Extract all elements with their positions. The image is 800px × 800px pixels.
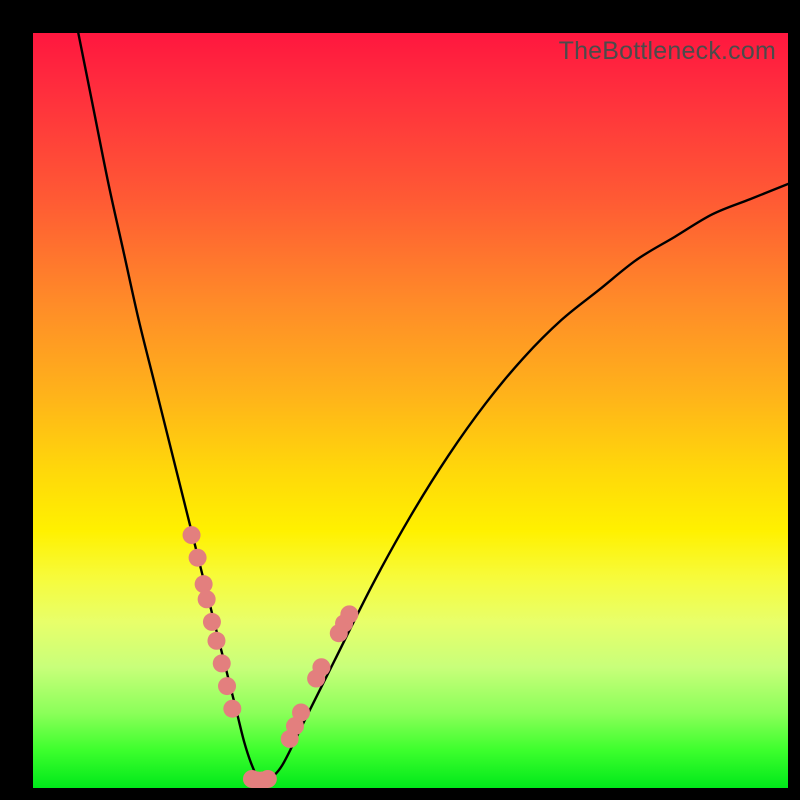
marker-point — [259, 770, 277, 788]
chart-frame: TheBottleneck.com — [0, 0, 800, 800]
marker-point — [203, 613, 221, 631]
marker-point — [292, 704, 310, 722]
chart-overlay — [33, 33, 788, 788]
markers-group — [183, 526, 359, 788]
marker-point — [207, 632, 225, 650]
marker-point — [195, 575, 213, 593]
marker-point — [218, 677, 236, 695]
marker-point — [183, 526, 201, 544]
marker-point — [223, 700, 241, 718]
marker-point — [340, 605, 358, 623]
plot-area: TheBottleneck.com — [33, 33, 788, 788]
marker-point — [198, 590, 216, 608]
marker-point — [312, 658, 330, 676]
marker-point — [189, 549, 207, 567]
bottleneck-curve — [78, 33, 788, 782]
marker-point — [213, 654, 231, 672]
